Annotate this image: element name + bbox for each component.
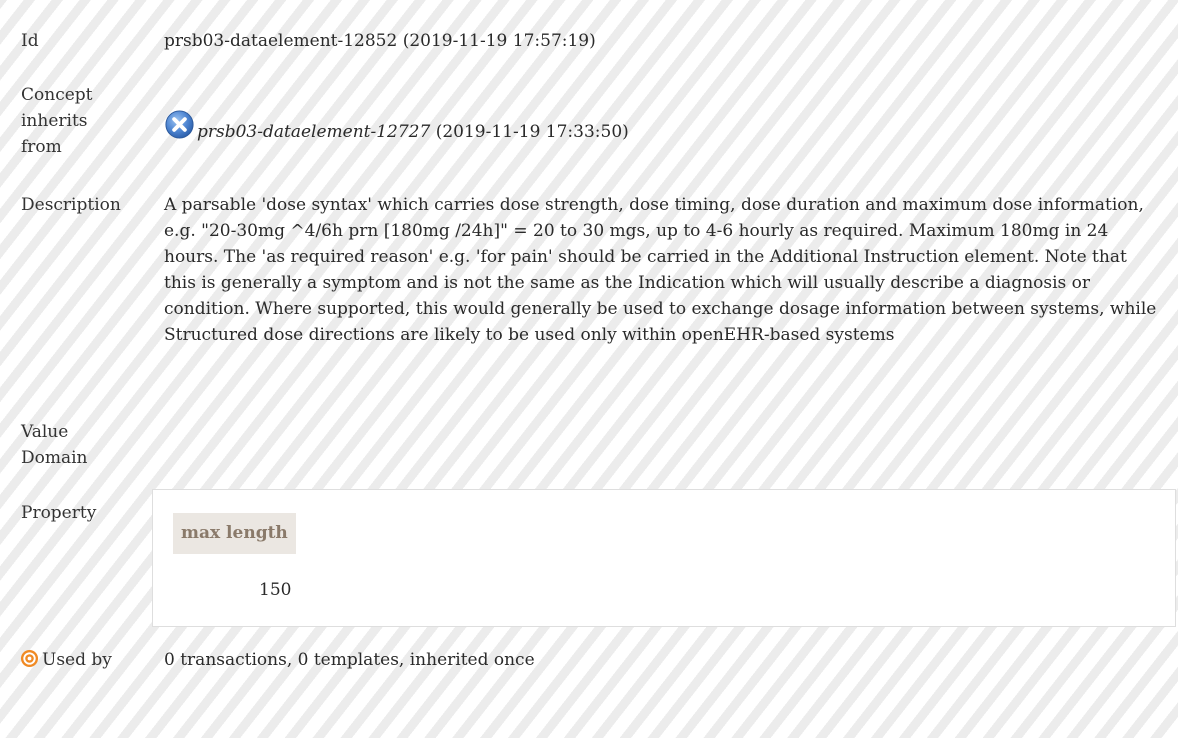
inherited-concept-link[interactable]: prsb03-dataelement-12727 (197, 122, 430, 142)
id-label: Id (21, 31, 39, 51)
inherited-concept-date: (2019-11-19 17:33:50) (430, 122, 629, 142)
property-value-max-length: 150 (259, 580, 292, 600)
property-table: max length 150 (152, 489, 1176, 627)
used-by-label: Used by (42, 650, 112, 670)
id-value: prsb03-dataelement-12852 (2019-11-19 17:… (164, 31, 596, 51)
used-by-value: 0 transactions, 0 templates, inherited o… (164, 650, 535, 670)
concept-detail-page: Id prsb03-dataelement-12852 (2019-11-19 … (0, 0, 1178, 738)
property-header-max-length: max length (173, 513, 296, 554)
target-icon (20, 649, 39, 668)
value-domain-label: Value Domain (21, 422, 88, 468)
concept-inherits-value: prsb03-dataelement-12727 (2019-11-19 17:… (164, 109, 1164, 145)
property-label: Property (21, 503, 97, 523)
description-label: Description (21, 195, 121, 215)
description-value: A parsable 'dose syntax' which carries d… (164, 195, 1157, 345)
concept-inherits-label: Concept inherits from (21, 85, 93, 157)
remove-circle-icon[interactable] (164, 109, 195, 140)
used-by-label-wrap[interactable]: Used by (20, 647, 145, 673)
